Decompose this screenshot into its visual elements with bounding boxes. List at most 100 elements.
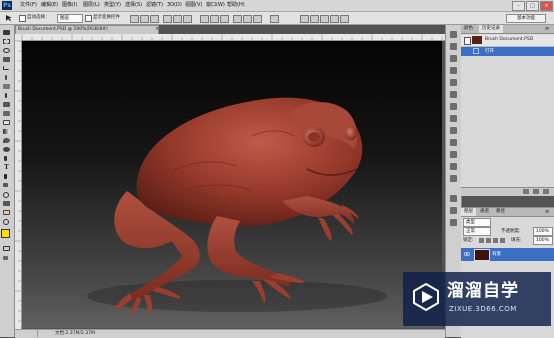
- layer-filter-kind[interactable]: 类型: [463, 218, 491, 227]
- move-tool-preset-icon[interactable]: [4, 14, 16, 22]
- blend-mode-dropdown[interactable]: 正常: [463, 227, 491, 236]
- type-tool-icon[interactable]: T: [2, 164, 11, 171]
- healing-brush-tool-icon[interactable]: [2, 83, 11, 90]
- menu-filter[interactable]: 滤镜(T): [146, 1, 163, 10]
- tab-layers[interactable]: 图层: [461, 208, 476, 216]
- channels-strip-icon[interactable]: [450, 207, 457, 214]
- paragraph-panel-icon[interactable]: [450, 139, 457, 146]
- 3d-slide-icon[interactable]: [330, 15, 339, 23]
- lock-pixels-icon[interactable]: [486, 238, 491, 243]
- layers-menu-icon[interactable]: ≡: [545, 208, 549, 216]
- actions-panel-icon[interactable]: [450, 115, 457, 122]
- delete-state-icon[interactable]: [543, 189, 549, 194]
- menu-file[interactable]: 文件(F): [20, 1, 37, 10]
- foreground-color-swatch[interactable]: [1, 229, 10, 238]
- history-brush-tool-icon[interactable]: [2, 110, 11, 117]
- history-step-row[interactable]: 打开: [461, 47, 554, 56]
- distribute-top-icon[interactable]: [200, 15, 209, 23]
- distribute-left-icon[interactable]: [233, 15, 242, 23]
- align-vcenter-icon[interactable]: [140, 15, 149, 23]
- screen-mode-icon[interactable]: [2, 255, 11, 262]
- lock-transparency-icon[interactable]: [479, 238, 484, 243]
- document-canvas[interactable]: [22, 41, 442, 328]
- show-transform-checkbox[interactable]: [85, 15, 92, 22]
- menu-layer[interactable]: 图层(L): [83, 1, 100, 10]
- history-panel-icon[interactable]: [450, 31, 457, 38]
- new-snapshot-icon[interactable]: [533, 189, 539, 194]
- align-left-icon[interactable]: [163, 15, 172, 23]
- brush-presets-panel-icon[interactable]: [450, 79, 457, 86]
- clone-stamp-tool-icon[interactable]: [2, 101, 11, 108]
- 3d-rotate-icon[interactable]: [300, 15, 309, 23]
- eyedropper-tool-icon[interactable]: [2, 74, 11, 81]
- character-panel-icon[interactable]: [450, 127, 457, 134]
- fill-field[interactable]: 100%: [533, 236, 553, 245]
- dodge-tool-icon[interactable]: [2, 146, 11, 153]
- eraser-tool-icon[interactable]: [2, 119, 11, 126]
- panel-menu-icon[interactable]: ≡: [545, 25, 549, 33]
- distribute-bottom-icon[interactable]: [220, 15, 229, 23]
- crop-tool-icon[interactable]: [2, 65, 11, 72]
- rectangle-tool-icon[interactable]: [2, 182, 11, 189]
- 3d-scale-icon[interactable]: [340, 15, 349, 23]
- tab-history[interactable]: 历史记录: [479, 25, 503, 33]
- zoom-tool-icon[interactable]: [2, 218, 11, 225]
- menu-select[interactable]: 选择(S): [125, 1, 142, 10]
- restore-button[interactable]: □: [526, 1, 539, 11]
- align-bottom-icon[interactable]: [150, 15, 159, 23]
- quick-select-tool-icon[interactable]: [2, 56, 11, 63]
- gradient-tool-icon[interactable]: [2, 128, 11, 135]
- eye-visibility-icon[interactable]: [463, 251, 471, 257]
- marquee-tool-icon[interactable]: [2, 38, 11, 45]
- align-right-icon[interactable]: [183, 15, 192, 23]
- distribute-right-icon[interactable]: [253, 15, 262, 23]
- path-selection-tool-icon[interactable]: [2, 173, 11, 180]
- color-swatches[interactable]: [1, 229, 14, 242]
- hand-tool-icon[interactable]: [2, 209, 11, 216]
- 3d-panel-icon[interactable]: [450, 175, 457, 182]
- tab-channels[interactable]: 通道: [477, 208, 492, 216]
- 3d-rotate-tool-icon[interactable]: [2, 191, 11, 198]
- lock-all-icon[interactable]: [500, 238, 505, 243]
- menu-view[interactable]: 视图(V): [185, 1, 202, 10]
- 3d-camera-tool-icon[interactable]: [2, 200, 11, 207]
- align-top-icon[interactable]: [130, 15, 139, 23]
- paths-strip-icon[interactable]: [450, 219, 457, 226]
- menu-window[interactable]: 窗口(W): [206, 1, 225, 10]
- layers-strip-icon[interactable]: [450, 195, 457, 202]
- navigator-panel-icon[interactable]: [450, 163, 457, 170]
- move-tool-icon[interactable]: [2, 29, 11, 36]
- auto-select-checkbox[interactable]: [19, 15, 26, 22]
- lasso-tool-icon[interactable]: [2, 47, 11, 54]
- 3d-pan-icon[interactable]: [320, 15, 329, 23]
- adjustments-panel-icon[interactable]: [450, 91, 457, 98]
- swatches-panel-icon[interactable]: [450, 55, 457, 62]
- distribute-hcenter-icon[interactable]: [243, 15, 252, 23]
- align-hcenter-icon[interactable]: [173, 15, 182, 23]
- color-panel-icon[interactable]: [450, 43, 457, 50]
- quick-mask-icon[interactable]: [2, 245, 11, 252]
- info-panel-icon[interactable]: [450, 151, 457, 158]
- layer-row-background[interactable]: 背景: [461, 248, 554, 261]
- menu-image[interactable]: 图像(I): [62, 1, 77, 10]
- workspace-switcher[interactable]: 基本功能: [506, 14, 546, 23]
- auto-select-dropdown[interactable]: 图层: [57, 14, 83, 23]
- menu-edit[interactable]: 编辑(E): [41, 1, 58, 10]
- snapshot-source-checkbox[interactable]: [464, 37, 471, 45]
- 3d-roll-icon[interactable]: [310, 15, 319, 23]
- history-snapshot-row[interactable]: Brush Document.PSD: [461, 35, 554, 47]
- opacity-field[interactable]: 100%: [533, 227, 553, 236]
- distribute-vcenter-icon[interactable]: [210, 15, 219, 23]
- pen-tool-icon[interactable]: [2, 155, 11, 162]
- brush-tool-icon[interactable]: [2, 92, 11, 99]
- menu-help[interactable]: 帮助(H): [227, 1, 245, 10]
- auto-align-icon[interactable]: [270, 15, 279, 23]
- lock-position-icon[interactable]: [493, 238, 498, 243]
- minimize-button[interactable]: –: [512, 1, 525, 11]
- tab-paths[interactable]: 路径: [493, 208, 508, 216]
- close-button[interactable]: ×: [540, 1, 553, 11]
- blur-tool-icon[interactable]: [2, 137, 11, 144]
- menu-3d[interactable]: 3D(D): [167, 1, 182, 10]
- styles-panel-icon[interactable]: [450, 103, 457, 110]
- brush-panel-icon[interactable]: [450, 67, 457, 74]
